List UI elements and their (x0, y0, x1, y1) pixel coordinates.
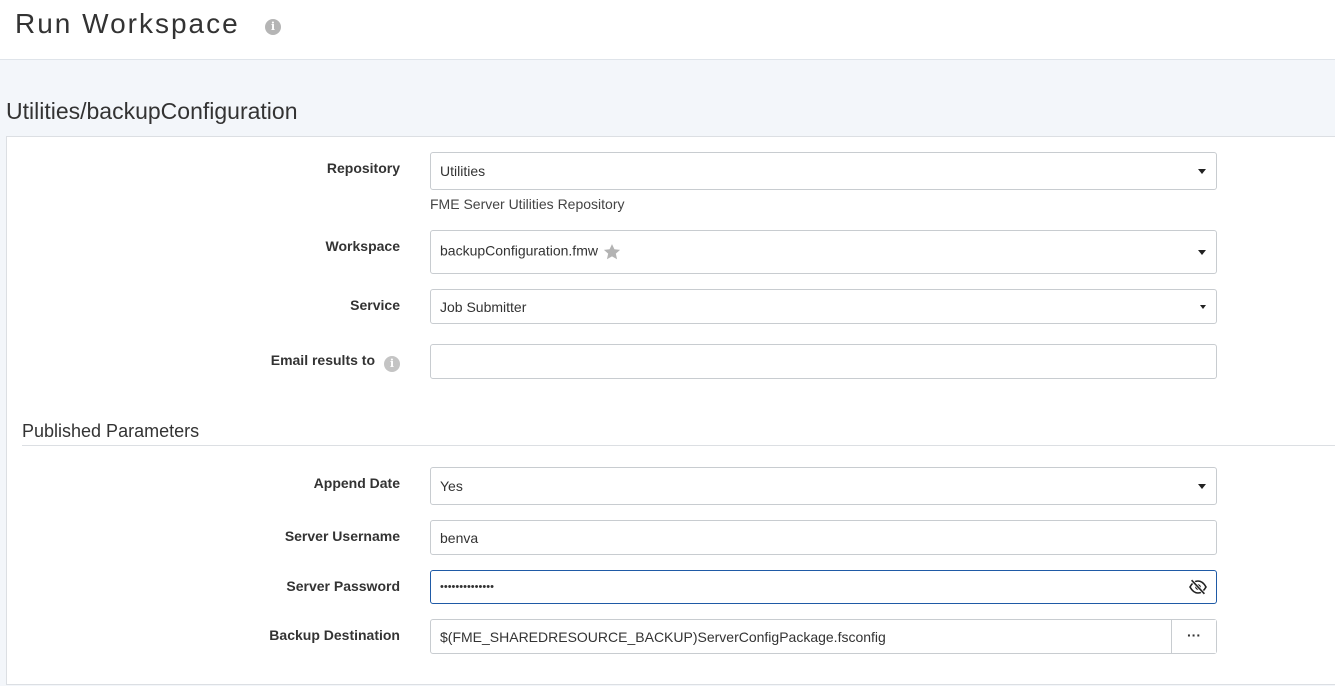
email-label: Email results to (270, 352, 375, 368)
workspace-select[interactable]: backupConfiguration.fmw (430, 230, 1217, 274)
backup-destination-label: Backup Destination (269, 627, 400, 643)
info-icon[interactable]: i (384, 356, 400, 372)
chevron-down-icon (1198, 484, 1206, 489)
repository-value: Utilities (440, 163, 486, 179)
server-username-input[interactable]: benva (430, 520, 1217, 555)
browse-button[interactable]: ··· (1171, 620, 1216, 653)
backup-destination-value: $(FME_SHAREDRESOURCE_BACKUP)ServerConfig… (440, 628, 886, 645)
server-password-label: Server Password (286, 578, 400, 594)
star-icon[interactable] (602, 242, 622, 262)
section-divider (22, 445, 1335, 446)
server-password-input[interactable]: •••••••••••••• (430, 570, 1217, 604)
server-password-value: •••••••••••••• (440, 581, 494, 593)
workspace-value-wrap: backupConfiguration.fmw (440, 242, 622, 262)
info-icon[interactable]: i (265, 19, 281, 35)
eye-slash-icon[interactable] (1188, 579, 1208, 595)
repository-help-text: FME Server Utilities Repository (430, 196, 625, 212)
append-date-select[interactable]: Yes (430, 467, 1217, 505)
service-select[interactable]: Job Submitter (430, 289, 1217, 324)
chevron-down-icon (1198, 169, 1206, 174)
published-parameters-title: Published Parameters (22, 421, 200, 441)
email-label-wrap: Email results to i (271, 352, 400, 372)
workspace-path-heading: Utilities/backupConfiguration (6, 98, 298, 124)
email-input[interactable] (430, 344, 1217, 379)
service-value: Job Submitter (440, 298, 527, 315)
repository-label: Repository (326, 160, 400, 176)
backup-destination-input[interactable]: $(FME_SHAREDRESOURCE_BACKUP)ServerConfig… (430, 619, 1217, 654)
chevron-down-icon (1198, 250, 1206, 255)
server-username-label: Server Username (284, 528, 400, 544)
page-header: Run Workspace i (0, 0, 1335, 60)
service-label: Service (350, 297, 400, 313)
repository-select[interactable]: Utilities (430, 152, 1217, 190)
append-date-label: Append Date (313, 475, 400, 491)
workspace-value: backupConfiguration.fmw (440, 242, 598, 259)
page-title: Run Workspace (15, 8, 240, 39)
server-username-value: benva (440, 529, 479, 546)
workspace-label: Workspace (325, 238, 400, 254)
append-date-value: Yes (440, 478, 463, 494)
chevron-down-icon (1200, 304, 1206, 309)
